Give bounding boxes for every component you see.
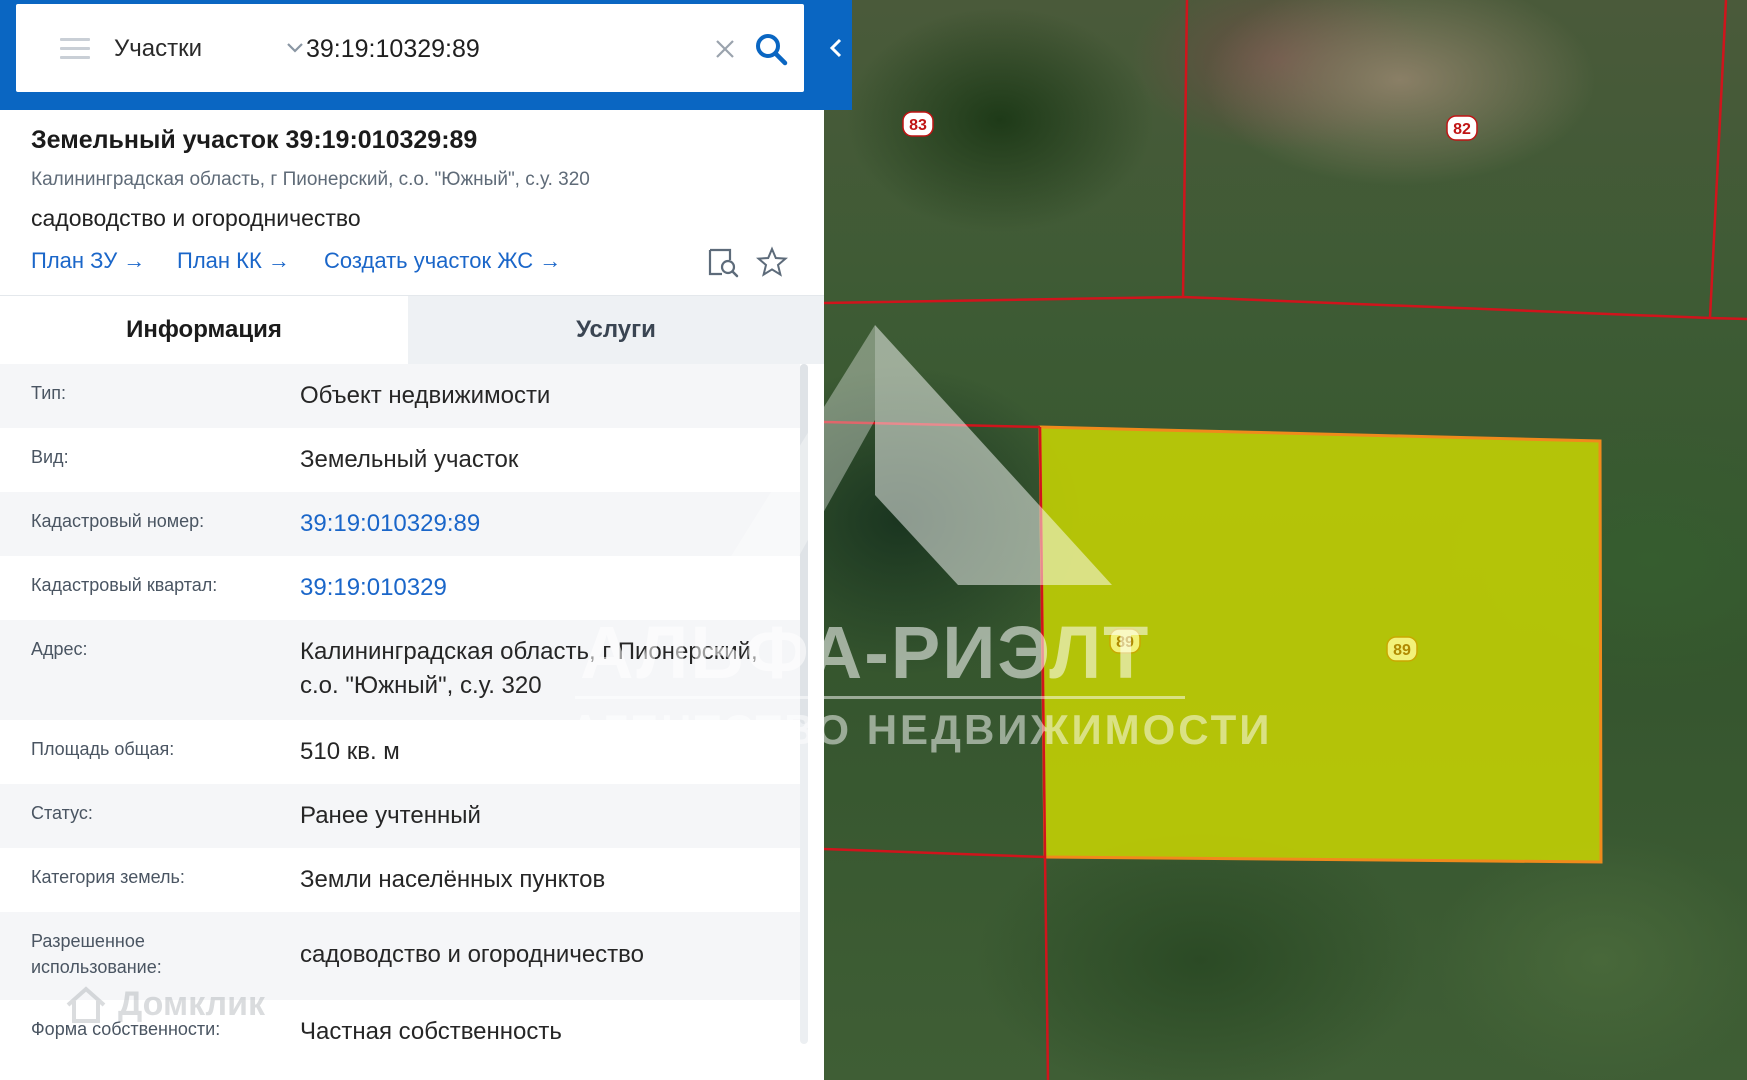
parcel-label-89-left[interactable]: 89: [1109, 628, 1141, 654]
row-label: Кадастровый квартал:: [31, 575, 218, 595]
row-label: Кадастровый номер:: [31, 511, 205, 531]
svg-text:82: 82: [1453, 121, 1471, 138]
view-plan-icon[interactable]: [706, 246, 740, 280]
row-label: Адрес:: [31, 639, 88, 659]
cadastral-quarter-link[interactable]: 39:19:010329: [300, 571, 770, 605]
info-row-address: Адрес: Калининградская область, г Пионер…: [0, 620, 800, 720]
cadastral-number-link[interactable]: 39:19:010329:89: [300, 507, 770, 541]
search-bar: Участки: [0, 0, 852, 110]
parcel-label-89-right[interactable]: 89: [1386, 636, 1418, 662]
plan-zu-link[interactable]: План ЗУ →: [31, 248, 145, 274]
chevron-down-icon: [287, 43, 303, 53]
parcel-label-82[interactable]: 82: [1446, 115, 1478, 141]
row-value: Объект недвижимости: [300, 382, 551, 409]
row-value: Ранее учтенный: [300, 802, 481, 829]
info-row-area: Площадь общая: 510 кв. м: [0, 720, 800, 784]
info-row-permitted-use: Разрешенное использование: садоводство и…: [0, 912, 800, 1000]
row-label: Вид:: [31, 447, 69, 467]
search-type-dropdown[interactable]: Участки: [114, 32, 304, 66]
object-usage: садоводство и огородничество: [31, 205, 361, 231]
info-row-ownership: Форма собственности: Частная собственнос…: [0, 1000, 800, 1064]
plan-kk-link[interactable]: План КК →: [177, 248, 290, 274]
info-row-type: Тип: Объект недвижимости: [0, 364, 800, 428]
row-label: Тип:: [31, 383, 67, 403]
row-value: Земли населённых пунктов: [300, 866, 606, 893]
row-value: садоводство и огородничество: [300, 941, 644, 968]
panel-scrollbar[interactable]: [800, 364, 808, 1044]
close-icon[interactable]: [714, 38, 736, 60]
row-label: Категория земель:: [31, 867, 185, 887]
info-row-cadastral-number: Кадастровый номер: 39:19:010329:89: [0, 492, 800, 556]
row-label: Площадь общая:: [31, 739, 175, 759]
info-row-cadastral-quarter: Кадастровый квартал: 39:19:010329: [0, 556, 800, 620]
info-table: Тип: Объект недвижимости Вид: Земельный …: [0, 364, 800, 1064]
row-label: Статус:: [31, 803, 93, 823]
svg-text:83: 83: [909, 117, 927, 134]
row-label: Форма собственности:: [31, 1019, 221, 1039]
star-icon[interactable]: [756, 246, 788, 278]
info-panel: Земельный участок 39:19:010329:89 Калини…: [0, 110, 824, 1080]
info-row-status: Статус: Ранее учтенный: [0, 784, 800, 848]
search-type-label: Участки: [114, 35, 202, 62]
tab-services[interactable]: Услуги: [408, 296, 824, 364]
tab-information[interactable]: Информация: [0, 296, 408, 364]
search-icon[interactable]: [754, 32, 788, 66]
row-value: 510 кв. м: [300, 738, 400, 765]
scrollbar-thumb[interactable]: [800, 364, 808, 724]
object-title: Земельный участок 39:19:010329:89: [31, 126, 478, 154]
search-box: Участки: [16, 4, 804, 92]
tabs: Информация Услуги: [0, 296, 824, 364]
collapse-panel-icon[interactable]: [826, 36, 846, 60]
row-value: Земельный участок: [300, 446, 519, 473]
hamburger-menu-icon[interactable]: [60, 38, 90, 60]
object-address: Калининградская область, г Пионерский, с…: [31, 169, 590, 190]
row-value: Калининградская область, г Пионерский, с…: [300, 638, 758, 699]
svg-text:89: 89: [1116, 634, 1134, 651]
row-value: Частная собственность: [300, 1018, 562, 1045]
row-label: Разрешенное использование:: [31, 931, 162, 977]
search-input[interactable]: [306, 30, 696, 68]
svg-text:89: 89: [1393, 642, 1411, 659]
create-zs-link[interactable]: Создать участок ЖС →: [324, 248, 561, 274]
info-row-land-category: Категория земель: Земли населённых пункт…: [0, 848, 800, 912]
parcel-label-83[interactable]: 83: [902, 111, 934, 137]
info-row-kind: Вид: Земельный участок: [0, 428, 800, 492]
